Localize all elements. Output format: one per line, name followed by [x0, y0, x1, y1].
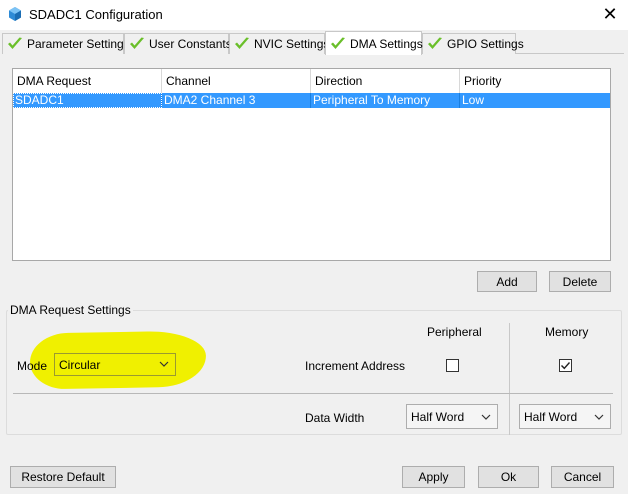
- settings-divider: [13, 393, 613, 394]
- cell-dma-request: SDADC1: [13, 93, 162, 108]
- tab-label: Parameter Settings: [27, 37, 130, 51]
- group-title: DMA Request Settings: [8, 303, 133, 317]
- check-icon: [8, 37, 22, 49]
- tab-gpio-settings[interactable]: GPIO Settings: [422, 33, 524, 54]
- add-button[interactable]: Add: [477, 271, 537, 292]
- column-header-dma-request[interactable]: DMA Request: [13, 69, 162, 93]
- apply-button[interactable]: Apply: [402, 466, 465, 488]
- tab-label: DMA Settings: [350, 36, 423, 51]
- chevron-down-icon: [159, 361, 169, 367]
- tab-label: GPIO Settings: [447, 37, 524, 51]
- check-icon: [235, 37, 249, 49]
- memory-width-value: Half Word: [524, 409, 578, 424]
- memory-header: Memory: [545, 325, 589, 339]
- tab-dma-settings[interactable]: DMA Settings: [325, 31, 423, 55]
- tab-label: NVIC Settings: [254, 37, 330, 51]
- restore-default-button[interactable]: Restore Default: [10, 466, 116, 488]
- tab-nvic-settings[interactable]: NVIC Settings: [229, 33, 329, 54]
- dma-request-table[interactable]: DMA Request Channel Direction Priority S…: [12, 68, 611, 261]
- close-button[interactable]: ✕: [592, 2, 628, 28]
- tab-user-constants[interactable]: User Constants: [124, 33, 232, 54]
- check-icon: [428, 37, 442, 49]
- column-divider: [509, 323, 510, 435]
- chevron-down-icon: [481, 414, 491, 420]
- checkmark-icon: [561, 362, 571, 370]
- chevron-down-icon: [594, 414, 604, 420]
- tab-parameter-settings[interactable]: Parameter Settings: [2, 33, 130, 54]
- cell-channel: DMA2 Channel 3: [162, 93, 311, 108]
- close-icon: ✕: [602, 4, 618, 24]
- peripheral-header: Peripheral: [427, 325, 482, 339]
- mode-select[interactable]: Circular: [54, 353, 176, 376]
- memory-increment-checkbox[interactable]: [559, 359, 572, 372]
- column-header-priority[interactable]: Priority: [460, 69, 610, 93]
- table-row[interactable]: SDADC1 DMA2 Channel 3 Peripheral To Memo…: [13, 93, 610, 108]
- peripheral-data-width-select[interactable]: Half Word: [406, 404, 498, 429]
- column-header-direction[interactable]: Direction: [311, 69, 460, 93]
- check-icon: [331, 37, 345, 49]
- peripheral-width-value: Half Word: [411, 409, 465, 424]
- cell-direction: Peripheral To Memory: [311, 93, 460, 108]
- column-header-channel[interactable]: Channel: [162, 69, 311, 93]
- delete-button[interactable]: Delete: [549, 271, 611, 292]
- mode-label: Mode: [17, 359, 48, 373]
- memory-data-width-select[interactable]: Half Word: [519, 404, 611, 429]
- increment-address-label: Increment Address: [305, 359, 406, 373]
- data-width-label: Data Width: [305, 411, 365, 425]
- check-icon: [130, 37, 144, 49]
- table-header: DMA Request Channel Direction Priority: [13, 69, 610, 93]
- mode-value: Circular: [59, 357, 101, 372]
- cell-priority: Low: [462, 93, 485, 107]
- ok-button[interactable]: Ok: [478, 466, 539, 488]
- peripheral-increment-checkbox[interactable]: [446, 359, 459, 372]
- cancel-button[interactable]: Cancel: [551, 466, 614, 488]
- cube-icon: [7, 6, 23, 22]
- tab-label: User Constants: [149, 37, 232, 51]
- window-title: SDADC1 Configuration: [29, 7, 163, 22]
